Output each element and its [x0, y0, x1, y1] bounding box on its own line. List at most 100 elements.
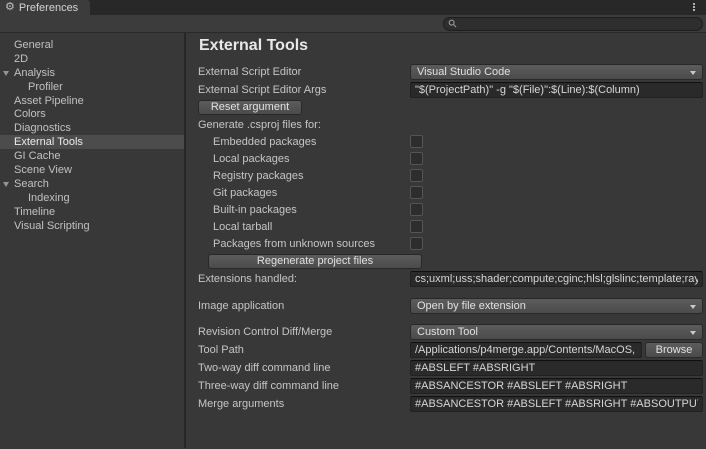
csproj-checkbox-label: Local packages [198, 153, 410, 165]
expander-arrow-icon[interactable] [3, 182, 9, 187]
sidebar-list: General 2D Analysis Profiler Asset PipelineC… [0, 33, 184, 448]
checkbox-packages-from-unknown-sources[interactable] [410, 237, 423, 250]
search-icon [448, 19, 457, 28]
script-editor-args-row: External Script Editor Args [198, 81, 703, 99]
generate-csproj-row: Generate .csproj files for: [198, 116, 703, 133]
sidebar-item-diagnostics[interactable]: Diagnostics [0, 121, 184, 135]
sidebar-item-gi-cache[interactable]: GI Cache [0, 149, 184, 163]
chevron-down-icon [690, 331, 696, 335]
sidebar-item-general[interactable]: General [0, 38, 184, 52]
csproj-checkbox-row: Embedded packages [198, 133, 703, 150]
three-way-diff-field[interactable] [410, 378, 703, 394]
csproj-checkbox-label: Local tarball [198, 221, 410, 233]
search-input[interactable] [457, 18, 698, 30]
two-way-diff-label: Two-way diff command line [198, 362, 410, 374]
regenerate-project-files-button[interactable]: Regenerate project files [208, 254, 422, 269]
two-way-diff-field[interactable] [410, 360, 703, 376]
image-application-dropdown[interactable]: Open by file extension [410, 298, 703, 314]
csproj-checkbox-label: Built-in packages [198, 204, 410, 216]
tool-path-row: Tool Path Browse [198, 341, 703, 359]
sidebar-item-scene-view[interactable]: Scene View [0, 163, 184, 177]
kebab-menu-icon[interactable] [693, 3, 695, 11]
sidebar-item-search[interactable]: Search [0, 177, 184, 191]
page-title: External Tools [199, 37, 703, 54]
image-application-row: Image application Open by file extension [198, 297, 703, 315]
script-editor-label: External Script Editor [198, 66, 410, 78]
image-application-label: Image application [198, 300, 410, 312]
script-editor-row: External Script Editor Visual Studio Cod… [198, 63, 703, 81]
revision-control-label: Revision Control Diff/Merge [198, 326, 410, 338]
checkbox-registry-packages[interactable] [410, 169, 423, 182]
csproj-checkbox-row: Local packages [198, 150, 703, 167]
sidebar-item-label: General [14, 39, 53, 51]
browse-button[interactable]: Browse [645, 342, 703, 358]
sidebar-item-colors[interactable]: Colors [0, 107, 184, 121]
tab-preferences[interactable]: ⚙ Preferences [0, 0, 90, 15]
checkbox-git-packages[interactable] [410, 186, 423, 199]
sidebar-item-external-tools[interactable]: External Tools [0, 135, 184, 149]
search-box[interactable] [443, 17, 703, 31]
main-panel: External Tools External Script Editor Vi… [186, 33, 706, 448]
three-way-diff-label: Three-way diff command line [198, 380, 410, 392]
regenerate-row: Regenerate project files [198, 252, 703, 270]
csproj-checkbox-row: Built-in packages [198, 201, 703, 218]
sidebar-item-visual-scripting[interactable]: Visual Scripting [0, 219, 184, 233]
csproj-checkbox-row: Packages from unknown sources [198, 235, 703, 252]
chevron-down-icon [690, 71, 696, 75]
script-editor-dropdown[interactable]: Visual Studio Code [410, 64, 703, 80]
checkbox-built-in-packages[interactable] [410, 203, 423, 216]
script-editor-args-label: External Script Editor Args [198, 84, 410, 96]
script-editor-value: Visual Studio Code [417, 66, 510, 78]
revision-control-value: Custom Tool [417, 326, 478, 338]
sidebar-item-label: Analysis [14, 67, 55, 79]
extensions-handled-field[interactable] [410, 271, 703, 287]
expander-arrow-icon[interactable] [3, 71, 9, 76]
checkbox-local-tarball[interactable] [410, 220, 423, 233]
sidebar-item-label: Indexing [28, 192, 70, 204]
tool-path-label: Tool Path [198, 344, 410, 356]
merge-arguments-label: Merge arguments [198, 398, 410, 410]
csproj-checkbox-label: Packages from unknown sources [198, 238, 410, 250]
sidebar-item-profiler[interactable]: Profiler [0, 80, 184, 94]
tool-path-field[interactable] [410, 342, 642, 358]
sidebar-item-indexing[interactable]: Indexing [0, 191, 184, 205]
sidebar-item-analysis[interactable]: Analysis [0, 66, 184, 80]
sidebar-item-asset-pipeline[interactable]: Asset Pipeline [0, 94, 184, 108]
sidebar-item-label: 2D [14, 53, 28, 65]
checkbox-local-packages[interactable] [410, 152, 423, 165]
two-way-diff-row: Two-way diff command line [198, 359, 703, 377]
csproj-checkbox-row: Registry packages [198, 167, 703, 184]
sidebar-item-2d[interactable]: 2D [0, 52, 184, 66]
checkbox-embedded-packages[interactable] [410, 135, 423, 148]
sidebar-item-label: Asset Pipeline [14, 95, 84, 107]
sidebar-item-label: GI Cache [14, 150, 60, 162]
merge-arguments-row: Merge arguments [198, 395, 703, 413]
tab-title: Preferences [19, 2, 78, 14]
content: General2DAnalysisProfilerAsset PipelineC… [0, 33, 706, 448]
revision-control-row: Revision Control Diff/Merge Custom Tool [198, 323, 703, 341]
revision-control-dropdown[interactable]: Custom Tool [410, 324, 703, 340]
three-way-diff-row: Three-way diff command line [198, 377, 703, 395]
csproj-checkbox-row: Local tarball [198, 218, 703, 235]
tab-bar: ⚙ Preferences [0, 0, 706, 15]
merge-arguments-field[interactable] [410, 396, 703, 412]
extensions-handled-row: Extensions handled: [198, 270, 703, 288]
generate-csproj-label: Generate .csproj files for: [198, 119, 410, 131]
extensions-handled-label: Extensions handled: [198, 273, 410, 285]
sidebar-item-timeline[interactable]: Timeline [0, 205, 184, 219]
chevron-down-icon [690, 305, 696, 309]
reset-argument-row: Reset argument [198, 99, 703, 116]
sidebar-item-label: Scene View [14, 164, 72, 176]
toolbar [0, 15, 706, 33]
image-application-value: Open by file extension [417, 300, 526, 312]
sidebar-item-label: Colors [14, 108, 46, 120]
sidebar-item-label: Diagnostics [14, 122, 71, 134]
sidebar-item-label: Timeline [14, 206, 55, 218]
gear-icon: ⚙ [5, 2, 15, 13]
sidebar-item-label: External Tools [14, 136, 83, 148]
sidebar-item-label: Profiler [28, 81, 63, 93]
sidebar-item-label: Search [14, 178, 49, 190]
script-editor-args-field[interactable] [410, 82, 703, 98]
csproj-checkbox-label: Embedded packages [198, 136, 410, 148]
reset-argument-button[interactable]: Reset argument [198, 100, 302, 115]
